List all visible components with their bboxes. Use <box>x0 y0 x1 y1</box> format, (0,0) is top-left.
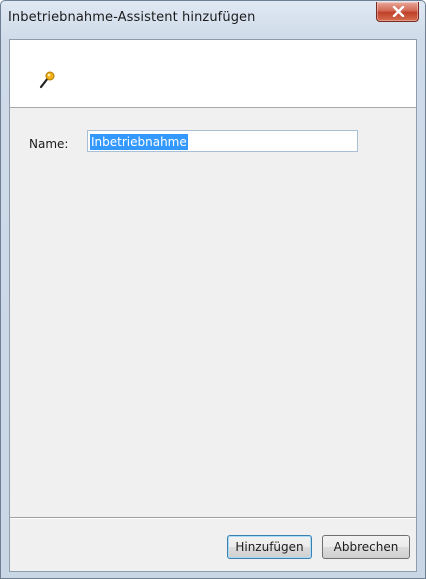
cancel-button[interactable]: Abbrechen <box>322 535 410 559</box>
dialog-content: Name: Inbetriebnahme Hinzufügen Abbreche… <box>9 39 417 572</box>
window-title: Inbetriebnahme-Assistent hinzufügen <box>8 10 256 25</box>
name-row: Name: Inbetriebnahme <box>10 126 416 152</box>
add-button[interactable]: Hinzufügen <box>227 535 312 559</box>
dialog-window: Inbetriebnahme-Assistent hinzufügen Name… <box>0 0 426 579</box>
name-input-value: Inbetriebnahme <box>90 134 188 150</box>
magic-wand-icon <box>39 71 55 89</box>
name-input[interactable]: Inbetriebnahme <box>87 130 358 152</box>
name-label: Name: <box>29 137 69 151</box>
title-bar[interactable]: Inbetriebnahme-Assistent hinzufügen <box>1 1 425 39</box>
close-button[interactable] <box>376 2 419 22</box>
header-panel <box>10 40 416 108</box>
close-icon <box>392 6 405 17</box>
footer-separator <box>10 517 416 519</box>
